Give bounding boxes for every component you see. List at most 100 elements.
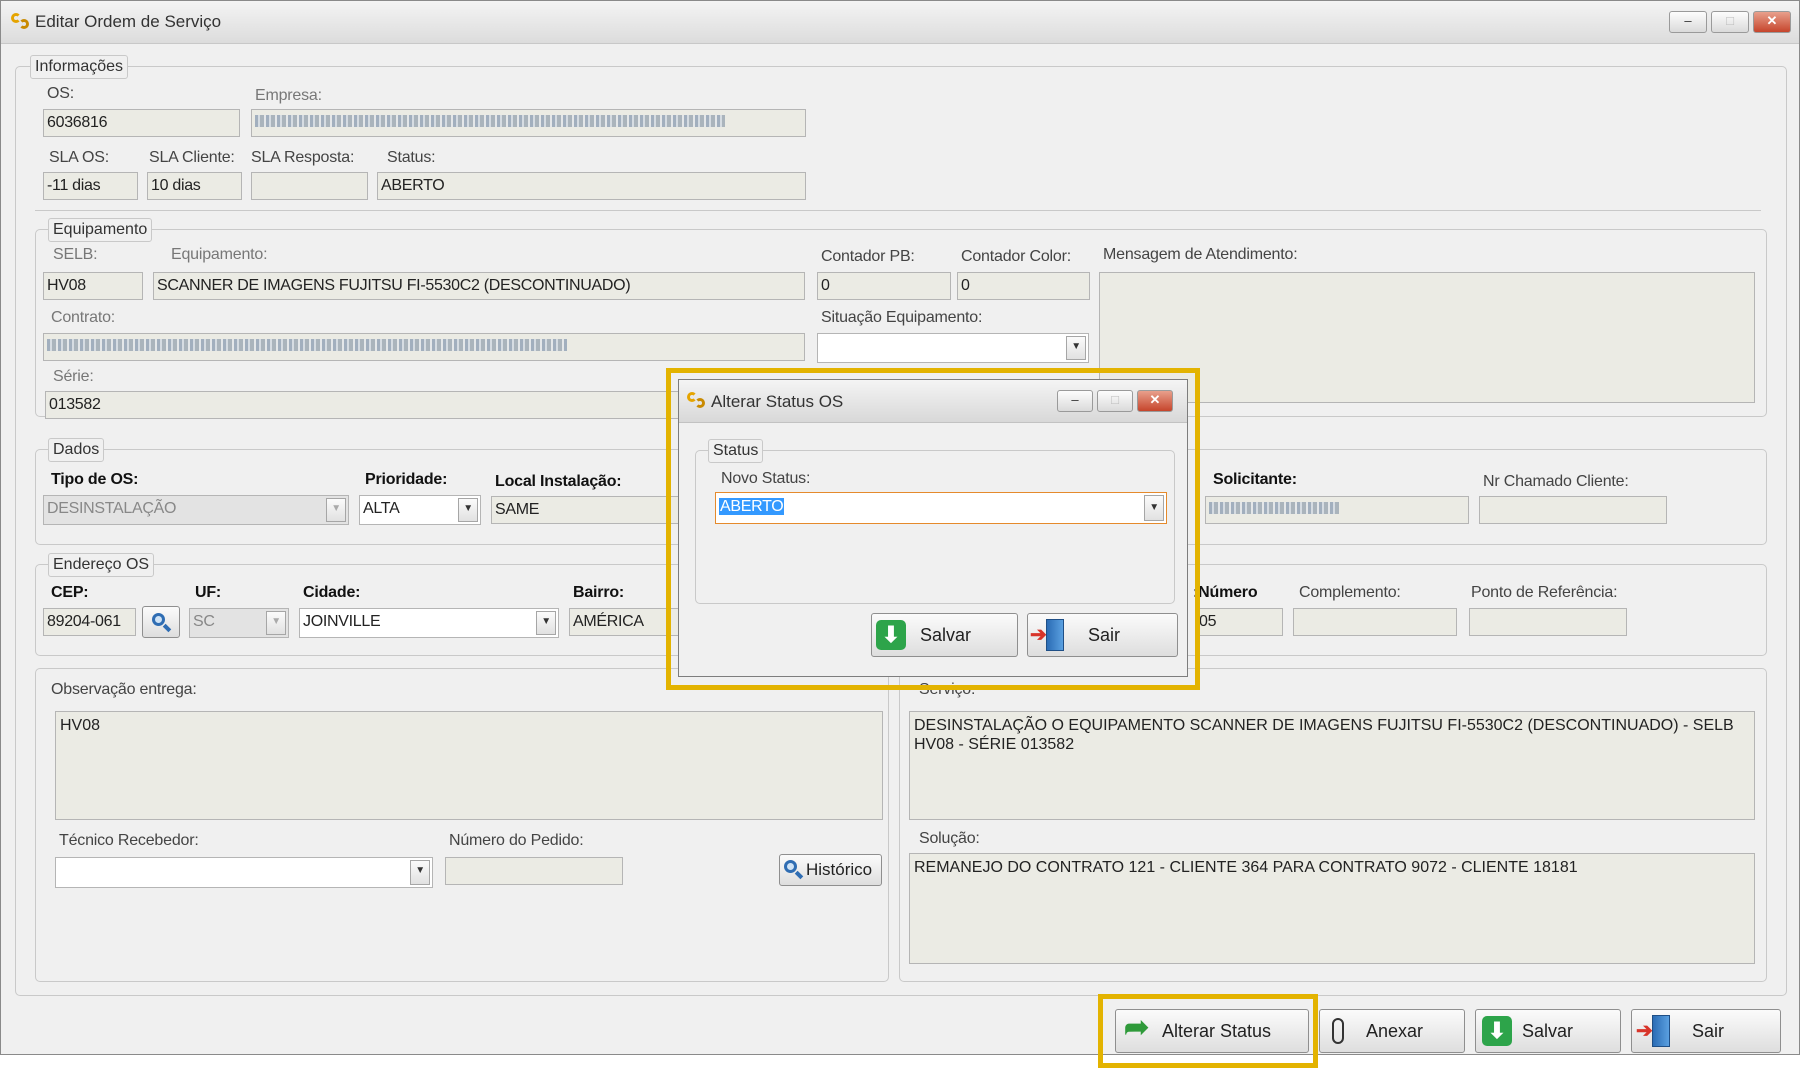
status-field[interactable]: ABERTO xyxy=(377,172,806,200)
minimize-button[interactable]: – xyxy=(1669,11,1707,33)
sla-cliente-label: SLA Cliente: xyxy=(149,149,235,166)
cidade-combobox[interactable]: JOINVILLE ▼ xyxy=(299,608,559,638)
sair-button[interactable]: ➔ Sair xyxy=(1631,1009,1781,1053)
equipamento-label: Equipamento: xyxy=(171,246,268,263)
complemento-label: Complemento: xyxy=(1299,584,1401,601)
close-button[interactable]: ✕ xyxy=(1753,11,1791,33)
complemento-field[interactable] xyxy=(1293,608,1457,636)
status-label: Status: xyxy=(387,149,436,166)
title-bar: Editar Ordem de Serviço – □ ✕ xyxy=(1,1,1799,44)
contrato-label: Contrato: xyxy=(51,309,116,326)
chevron-down-icon[interactable]: ▼ xyxy=(266,611,286,635)
bairro-field[interactable]: AMÉRICA xyxy=(569,608,679,636)
anexar-button[interactable]: Anexar xyxy=(1319,1009,1465,1053)
situacao-combobox[interactable]: ▼ xyxy=(817,333,1089,363)
uf-value: SC xyxy=(193,613,215,630)
dialog-salvar-button[interactable]: ⬇ Salvar xyxy=(871,613,1018,657)
prioridade-value: ALTA xyxy=(363,500,400,517)
salvar-button[interactable]: ⬇ Salvar xyxy=(1475,1009,1621,1053)
os-label: OS: xyxy=(47,85,74,102)
contador-pb-label: Contador PB: xyxy=(821,248,915,265)
cep-search-button[interactable] xyxy=(142,606,180,638)
app-logo-icon xyxy=(11,11,29,29)
solucao-area[interactable]: REMANEJO DO CONTRATO 121 - CLIENTE 364 P… xyxy=(909,853,1755,964)
historico-button[interactable]: Histórico xyxy=(779,854,882,886)
window-title: Editar Ordem de Serviço xyxy=(35,12,222,31)
dialog-title: Alterar Status OS xyxy=(711,392,844,411)
sla-os-label: SLA OS: xyxy=(49,149,109,166)
solicitante-label: Solicitante: xyxy=(1213,471,1297,488)
chevron-down-icon[interactable]: ▼ xyxy=(458,498,478,522)
door-icon xyxy=(1652,1015,1670,1047)
serie-field[interactable]: 013582 xyxy=(45,391,685,419)
sla-resposta-field[interactable] xyxy=(251,172,368,200)
dados-legend: Dados xyxy=(48,438,105,462)
search-icon xyxy=(152,613,165,626)
equipamento-field[interactable]: SCANNER DE IMAGENS FUJITSU FI-5530C2 (DE… xyxy=(153,272,805,300)
prioridade-combobox[interactable]: ALTA ▼ xyxy=(359,495,481,525)
serie-label: Série: xyxy=(53,368,94,385)
save-download-icon: ⬇ xyxy=(1482,1016,1512,1046)
chevron-down-icon[interactable]: ▼ xyxy=(410,860,430,885)
chevron-down-icon[interactable]: ▼ xyxy=(1144,495,1164,521)
tipo-os-combobox[interactable]: DESINSTALAÇÃO ▼ xyxy=(43,495,349,525)
observacao-entrega-area[interactable]: HV08 xyxy=(55,711,883,820)
cep-field[interactable]: 89204-061 xyxy=(43,608,136,636)
dialog-minimize-button[interactable]: – xyxy=(1057,390,1093,412)
redacted-text xyxy=(47,339,567,352)
situacao-label: Situação Equipamento: xyxy=(821,309,983,326)
ponto-referencia-field[interactable] xyxy=(1469,608,1627,636)
cep-label: CEP: xyxy=(51,584,89,601)
redacted-text xyxy=(255,115,725,128)
cidade-label: Cidade: xyxy=(303,584,361,601)
sla-resposta-label: SLA Resposta: xyxy=(251,149,355,166)
save-download-icon: ⬇ xyxy=(876,620,906,650)
tipo-os-label: Tipo de OS: xyxy=(51,471,139,488)
tecnico-recebedor-label: Técnico Recebedor: xyxy=(59,832,199,849)
nr-chamado-field[interactable] xyxy=(1479,496,1667,524)
numero-field[interactable]: 05 xyxy=(1195,608,1283,636)
solicitante-field[interactable] xyxy=(1205,496,1469,524)
anexar-label: Anexar xyxy=(1366,1021,1424,1041)
selb-field[interactable]: HV08 xyxy=(43,272,143,300)
door-icon xyxy=(1046,619,1064,651)
sla-os-field[interactable]: -11 dias xyxy=(43,172,138,200)
ponto-referencia-label: Ponto de Referência: xyxy=(1471,584,1618,601)
novo-status-combobox[interactable]: ABERTO ▼ xyxy=(715,492,1167,524)
contador-pb-field[interactable]: 0 xyxy=(817,272,951,300)
solucao-label: Solução: xyxy=(919,830,980,847)
empresa-field[interactable] xyxy=(251,109,806,137)
dialog-maximize-button[interactable]: □ xyxy=(1097,390,1133,412)
servico-area[interactable]: DESINSTALAÇÃO O EQUIPAMENTO SCANNER DE I… xyxy=(909,711,1755,820)
alterar-status-highlight xyxy=(1098,994,1318,1068)
historico-label: Histórico xyxy=(806,860,873,879)
dialog-close-button[interactable]: ✕ xyxy=(1137,390,1173,412)
empresa-label: Empresa: xyxy=(255,87,322,104)
exit-arrow-icon: ➔ xyxy=(1030,624,1047,646)
contador-color-field[interactable]: 0 xyxy=(957,272,1090,300)
numero-pedido-label: Número do Pedido: xyxy=(449,832,584,849)
cidade-value: JOINVILLE xyxy=(303,613,381,630)
os-field[interactable]: 6036816 xyxy=(43,109,240,137)
exit-arrow-icon: ➔ xyxy=(1636,1020,1653,1042)
nr-chamado-label: Nr Chamado Cliente: xyxy=(1483,473,1629,490)
uf-combobox[interactable]: SC ▼ xyxy=(189,608,289,638)
redacted-text xyxy=(1209,502,1339,515)
paperclip-icon xyxy=(1332,1018,1344,1044)
selb-label: SELB: xyxy=(53,246,98,263)
local-instalacao-field[interactable]: SAME xyxy=(491,496,681,524)
local-instalacao-label: Local Instalação: xyxy=(495,473,622,490)
chevron-down-icon[interactable]: ▼ xyxy=(326,498,346,522)
maximize-button[interactable]: □ xyxy=(1711,11,1749,33)
divider xyxy=(35,210,1761,211)
tecnico-recebedor-combobox[interactable]: ▼ xyxy=(55,857,433,888)
contrato-field[interactable] xyxy=(43,333,805,361)
sla-cliente-field[interactable]: 10 dias xyxy=(147,172,242,200)
chevron-down-icon[interactable]: ▼ xyxy=(536,611,556,635)
dialog-sair-button[interactable]: ➔ Sair xyxy=(1027,613,1178,657)
numero-pedido-field[interactable] xyxy=(445,857,623,885)
chevron-down-icon[interactable]: ▼ xyxy=(1066,336,1086,360)
numero-label: Número: xyxy=(1193,584,1258,601)
search-icon xyxy=(784,860,797,873)
endereco-legend: Endereço OS xyxy=(48,553,155,577)
